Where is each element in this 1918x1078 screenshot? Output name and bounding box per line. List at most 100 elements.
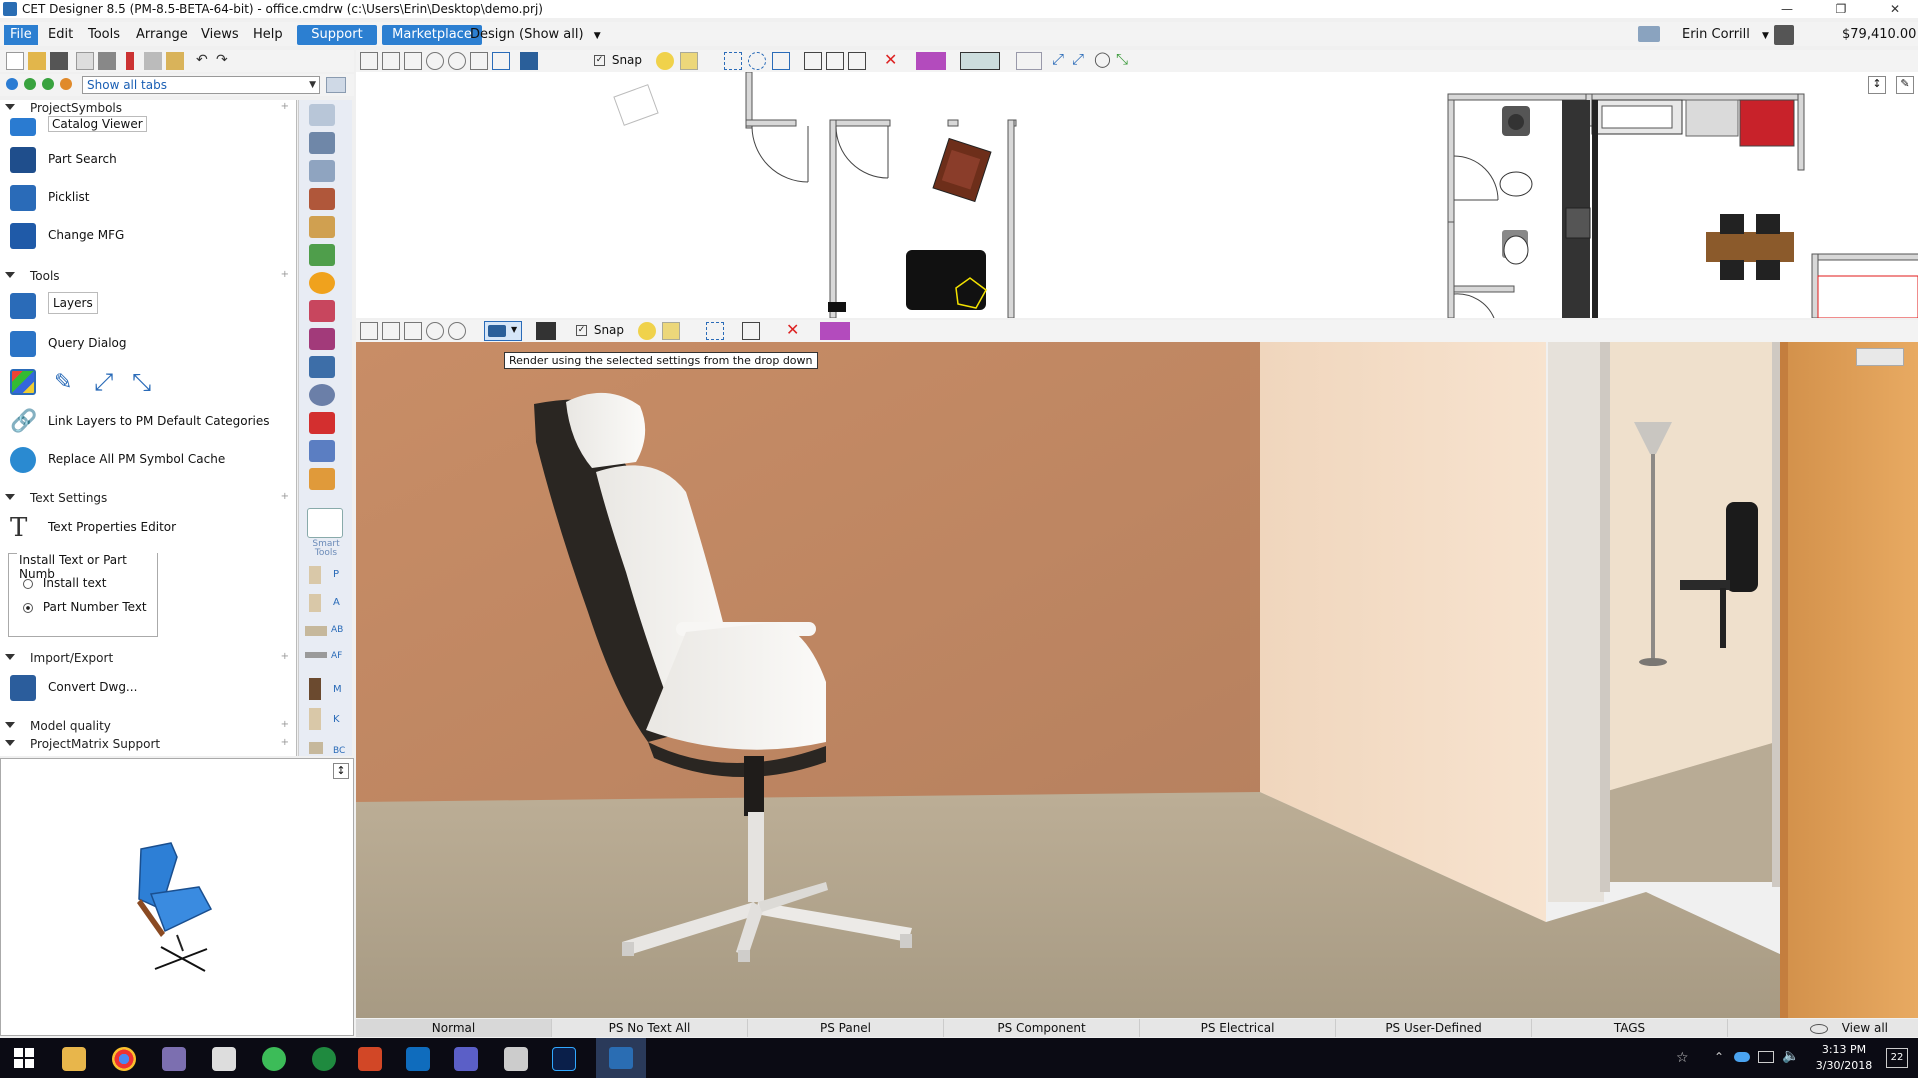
design-dropdown[interactable]: Design (Show all) ▼ <box>464 25 607 45</box>
chevron-up-icon[interactable]: ⌃ <box>1714 1050 1724 1064</box>
measure-line-icon[interactable]: ⤢ <box>1052 50 1064 68</box>
zoom-window-icon[interactable] <box>382 52 400 70</box>
select-box-icon[interactable] <box>706 322 724 340</box>
smart-tool-k[interactable]: K <box>309 708 349 730</box>
delete-icon[interactable]: ✕ <box>884 50 897 69</box>
menu-views[interactable]: Views <box>195 25 245 45</box>
install-text-option[interactable]: Install text <box>23 576 106 590</box>
camera-icon[interactable] <box>1638 26 1660 42</box>
zoom-fit-icon[interactable] <box>404 52 422 70</box>
zoom-in-icon[interactable] <box>426 52 444 70</box>
ruler-symbol-icon[interactable] <box>309 468 335 490</box>
nav-down-icon[interactable] <box>42 78 54 90</box>
camera-view-icon[interactable] <box>520 52 538 70</box>
pin-icon[interactable]: + <box>281 269 289 280</box>
print-icon[interactable] <box>98 52 116 70</box>
section-tools[interactable]: Tools + <box>0 268 297 284</box>
layer-toggle-icon[interactable] <box>1016 52 1042 70</box>
plumbing-symbol-icon[interactable] <box>309 328 335 350</box>
smart-tool-a[interactable]: A <box>309 594 349 612</box>
mirror-tools-icon[interactable] <box>820 322 850 340</box>
radio-unchecked[interactable] <box>23 578 33 589</box>
storage-symbol-icon[interactable] <box>309 132 335 154</box>
prism-icon[interactable] <box>162 1047 186 1071</box>
render-snap-toggle[interactable]: ✓ Snap <box>576 323 624 337</box>
render-mode-icon[interactable] <box>1856 348 1904 366</box>
filter-ps-component[interactable]: PS Component <box>944 1019 1140 1037</box>
smart-tool-m[interactable]: M <box>309 678 349 700</box>
smart-tool-p[interactable]: P <box>309 566 349 584</box>
shrink-arrows-icon[interactable]: ⤢ <box>94 368 113 396</box>
lighting-symbol-icon[interactable] <box>309 272 335 294</box>
render-button[interactable]: ▼ <box>484 321 522 341</box>
render-3d-view[interactable] <box>356 342 1918 1018</box>
scale-icon[interactable] <box>826 52 844 70</box>
snap-star-icon[interactable] <box>656 52 674 70</box>
finish-symbol-icon[interactable] <box>309 188 335 210</box>
menu-edit[interactable]: Edit <box>42 25 79 45</box>
cet-designer-task[interactable] <box>596 1038 646 1078</box>
delete-icon[interactable]: ✕ <box>786 320 799 339</box>
smart-tool-af[interactable]: AF <box>305 648 349 666</box>
zoom-in-icon[interactable] <box>426 322 444 340</box>
close-window-button[interactable]: ✕ <box>1872 0 1918 18</box>
undo-icon[interactable]: ↶ <box>196 52 208 68</box>
select-box-icon[interactable] <box>724 52 742 70</box>
tools-symbol-icon[interactable] <box>309 356 335 378</box>
redo-icon[interactable]: ↷ <box>216 52 228 68</box>
snap-star-icon[interactable] <box>638 322 656 340</box>
menu-help[interactable]: Help <box>247 25 289 45</box>
people-symbol-icon[interactable] <box>309 244 335 266</box>
nav-up-icon[interactable] <box>24 78 36 90</box>
nav-back-icon[interactable] <box>6 78 18 90</box>
snap-settings-icon[interactable] <box>680 52 698 70</box>
filter-view-all[interactable]: View all <box>1728 1019 1918 1037</box>
maximize-button[interactable]: ❐ <box>1818 0 1864 18</box>
nav-forward-icon[interactable] <box>60 78 72 90</box>
plan-snap-toggle[interactable]: ✓ Snap <box>594 53 642 67</box>
expand-pane-icon[interactable]: ↕ <box>333 763 349 779</box>
radio-checked[interactable] <box>23 602 33 613</box>
menu-arrange[interactable]: Arrange <box>130 25 194 45</box>
network-icon[interactable] <box>1758 1051 1774 1063</box>
zoom-previous-icon[interactable] <box>470 52 488 70</box>
dimension-icon[interactable]: ⤢ <box>1072 50 1084 68</box>
chat-icon[interactable] <box>312 1047 336 1071</box>
zoom-extents-icon[interactable] <box>360 322 378 340</box>
new-file-icon[interactable] <box>6 52 24 70</box>
checkbox-checked[interactable]: ✓ <box>576 325 587 336</box>
section-projectmatrix-support[interactable]: ProjectMatrix Support + <box>0 736 297 752</box>
action-center-icon[interactable]: 22 <box>1886 1048 1908 1068</box>
save-icon[interactable] <box>50 52 68 70</box>
select-list-icon[interactable] <box>772 52 790 70</box>
copy-icon[interactable] <box>144 52 162 70</box>
mirror-tools-icon[interactable] <box>916 52 946 70</box>
sketchup-icon[interactable] <box>309 412 335 434</box>
section-model-quality[interactable]: Model quality + <box>0 718 297 734</box>
stretch-icon[interactable]: ⤡ <box>1116 50 1128 68</box>
notes-icon[interactable] <box>212 1047 236 1071</box>
zoom-extents-icon[interactable] <box>360 52 378 70</box>
block-tools-icon[interactable] <box>960 52 1000 70</box>
zoom-window-icon[interactable] <box>382 322 400 340</box>
smart-tool-ab[interactable]: AB <box>305 622 349 640</box>
filter-ps-user-defined[interactable]: PS User-Defined <box>1336 1019 1532 1037</box>
resize-icon[interactable] <box>742 322 760 340</box>
pin-icon[interactable]: + <box>281 101 289 112</box>
measure-symbol-icon[interactable] <box>309 216 335 238</box>
render-settings-icon[interactable] <box>536 322 556 340</box>
zoom-fit-icon[interactable] <box>404 322 422 340</box>
part-number-option[interactable]: Part Number Text <box>23 600 147 614</box>
snap-settings-icon[interactable] <box>662 322 680 340</box>
checkbox-checked[interactable]: ✓ <box>594 55 605 66</box>
resize-icon[interactable] <box>848 52 866 70</box>
cut-icon[interactable] <box>126 52 134 70</box>
filter-ps-panel[interactable]: PS Panel <box>748 1019 944 1037</box>
expand-arrows-icon[interactable]: ⤡ <box>132 368 151 396</box>
user-menu[interactable]: Erin Corrill ▼ <box>1676 25 1775 45</box>
teams-icon[interactable] <box>454 1047 478 1071</box>
support-button[interactable]: Support <box>297 25 377 45</box>
onedrive-icon[interactable] <box>1734 1052 1750 1062</box>
photos-icon[interactable] <box>504 1047 528 1071</box>
chevron-down-icon[interactable]: ▼ <box>511 325 517 334</box>
